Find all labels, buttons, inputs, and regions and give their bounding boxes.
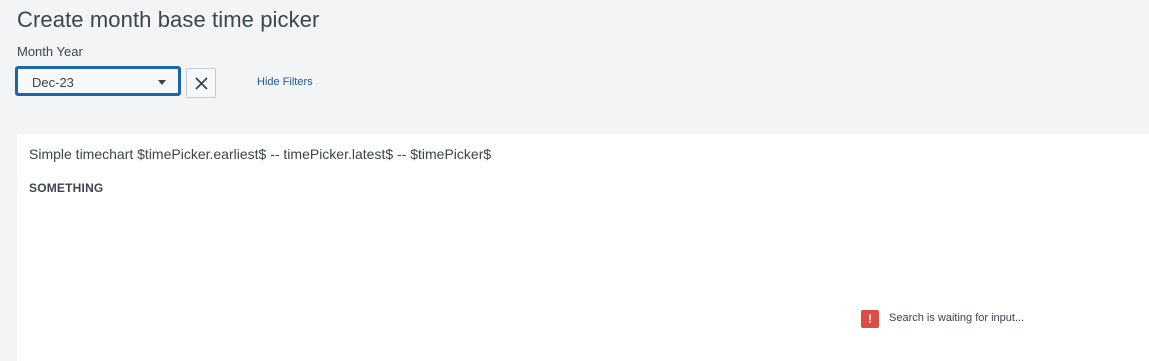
alert-icon: !	[861, 310, 879, 328]
page-title: Create month base time picker	[17, 7, 320, 32]
search-status-text: Search is waiting for input...	[889, 312, 1025, 324]
month-year-dropdown[interactable]: Dec-23	[15, 66, 181, 96]
panel-subtitle: SOMETHING	[29, 181, 104, 195]
dashboard-panel: Simple timechart $timePicker.earliest$ -…	[17, 134, 1149, 361]
dashboard-page: Create month base time picker Month Year…	[0, 0, 1149, 361]
close-icon	[195, 77, 208, 90]
panel-title: Simple timechart $timePicker.earliest$ -…	[29, 146, 492, 162]
hide-filters-link[interactable]: Hide Filters	[257, 76, 313, 88]
clear-selection-button[interactable]	[186, 68, 216, 98]
caret-down-icon	[158, 80, 166, 85]
month-year-label: Month Year	[17, 44, 83, 59]
month-year-selected-value: Dec-23	[32, 75, 74, 90]
